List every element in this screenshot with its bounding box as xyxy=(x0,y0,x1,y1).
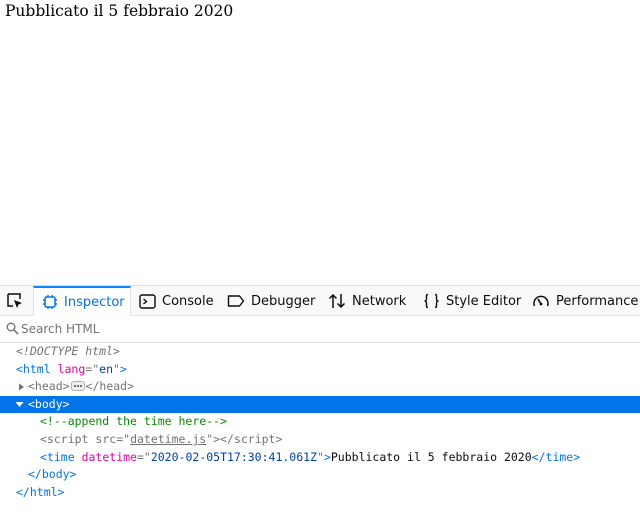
tab-network[interactable]: Network xyxy=(328,286,406,316)
time-attr-name: datetime xyxy=(81,449,137,464)
tab-performance[interactable]: Performance xyxy=(532,286,638,316)
collapse-arrow-icon[interactable] xyxy=(14,396,24,414)
html-attr-name: lang xyxy=(57,361,86,376)
inspector-icon xyxy=(43,295,57,309)
body-close-tag: </body> xyxy=(28,467,77,482)
head-open-tag: <head> xyxy=(28,379,70,394)
doctype-text: <!DOCTYPE html> xyxy=(16,344,120,358)
collapsed-children-ellipsis-icon[interactable] xyxy=(70,380,85,391)
tab-debugger[interactable]: Debugger xyxy=(227,286,315,316)
tree-node-time[interactable]: <time datetime="2020-02-05T17:30:41.061Z… xyxy=(0,449,640,467)
console-icon xyxy=(139,293,156,309)
time-close-tag-name: time xyxy=(545,449,574,464)
devtools-toolbar: Inspector Console Debugger Network Style… xyxy=(0,285,640,316)
script-tag-name: script xyxy=(46,431,89,446)
time-attr-value: 2020-02-05T17:30:41.061Z xyxy=(150,449,317,464)
network-icon xyxy=(328,293,346,309)
published-date-text: Pubblicato il 5 febbraio 2020 xyxy=(5,2,234,20)
tree-node-html[interactable]: <html lang="en"> xyxy=(0,361,640,379)
markup-tree: <!DOCTYPE html> <html lang="en"> <head> <… xyxy=(0,343,640,501)
search-icon xyxy=(6,322,19,335)
time-text-content: Pubblicato il 5 febbraio 2020 xyxy=(330,449,532,464)
element-picker-button[interactable] xyxy=(4,291,26,311)
style-editor-icon xyxy=(424,293,439,309)
tab-network-label: Network xyxy=(352,293,407,309)
html-close-tag: </html> xyxy=(16,484,65,499)
tree-node-head[interactable]: <head> </head> xyxy=(0,378,640,396)
script-attr-name: src xyxy=(95,431,117,446)
tab-debugger-label: Debugger xyxy=(251,293,316,309)
script-src-link[interactable]: datetime.js xyxy=(130,432,206,446)
html-attr-value: en xyxy=(99,361,113,376)
tree-node-comment[interactable]: <!--append the time here--> xyxy=(0,413,640,431)
tree-node-script[interactable]: <script src="datetime.js"></script> xyxy=(0,431,640,449)
performance-icon xyxy=(533,295,549,307)
element-picker-icon xyxy=(7,293,22,308)
tree-node-body-close[interactable]: </body> xyxy=(0,466,640,484)
tree-node-body[interactable]: <body> xyxy=(0,395,640,414)
tab-inspector[interactable]: Inspector xyxy=(33,286,131,316)
debugger-icon xyxy=(227,295,245,307)
search-html-bar xyxy=(0,316,640,343)
search-html-input[interactable] xyxy=(21,319,621,339)
tab-inspector-label: Inspector xyxy=(64,294,125,310)
tree-node-doctype[interactable]: <!DOCTYPE html> xyxy=(0,343,640,361)
tab-style-editor-label: Style Editor xyxy=(446,293,522,309)
comment-text: <!--append the time here--> xyxy=(40,414,227,429)
tab-performance-label: Performance xyxy=(556,293,639,309)
page-viewport: Pubblicato il 5 febbraio 2020 xyxy=(0,0,640,285)
body-open-tag: <body> xyxy=(28,396,70,411)
head-close-tag: </head> xyxy=(85,379,135,394)
html-tag-name: html xyxy=(22,361,51,376)
tree-node-html-close[interactable]: </html> xyxy=(0,484,640,502)
expand-arrow-icon[interactable] xyxy=(16,378,26,396)
tab-console[interactable]: Console xyxy=(139,286,214,316)
tab-style-editor[interactable]: Style Editor xyxy=(423,286,521,316)
devtools-panel: Inspector Console Debugger Network Style… xyxy=(0,285,640,517)
tab-console-label: Console xyxy=(162,293,214,309)
script-close-tag-name: script xyxy=(233,431,276,446)
time-tag-name: time xyxy=(46,449,75,464)
